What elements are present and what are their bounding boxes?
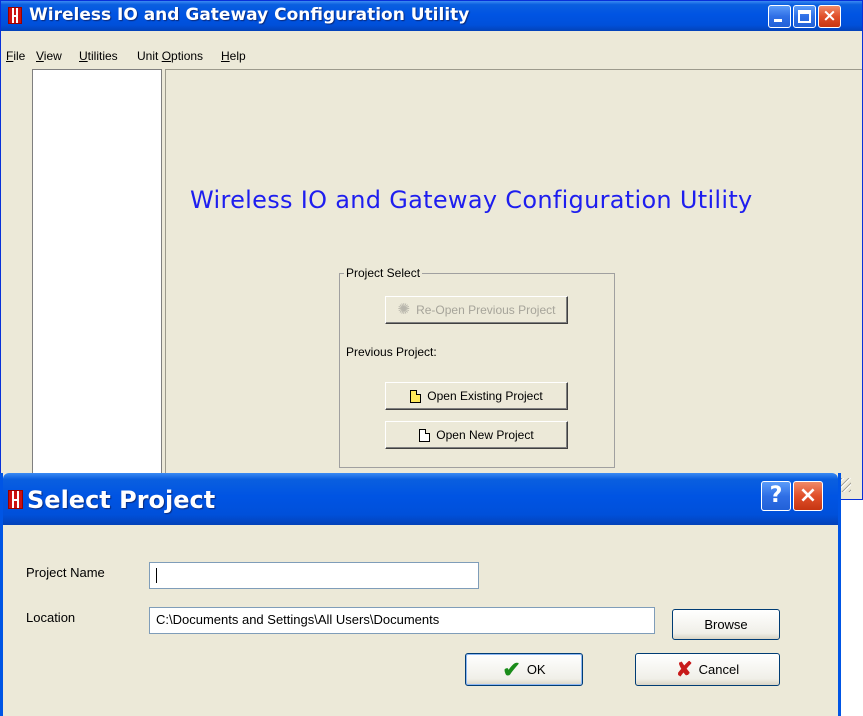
help-icon: ? [769, 483, 783, 508]
location-input[interactable]: C:\Documents and Settings\All Users\Docu… [149, 607, 655, 634]
browse-button[interactable]: Browse [672, 609, 780, 640]
browse-label: Browse [704, 617, 748, 632]
menu-unit-options[interactable]: Unit Options [137, 49, 203, 63]
project-select-label: Project Select [344, 266, 423, 280]
dialog-titlebar[interactable]: Select Project ? × [3, 473, 838, 525]
minimize-icon [774, 19, 782, 22]
dialog-close-button[interactable]: × [793, 481, 823, 511]
app-logo-icon [8, 7, 22, 24]
menu-file[interactable]: File [6, 49, 25, 63]
select-project-dialog: Select Project ? × Project Name Location… [0, 473, 841, 716]
text-caret [156, 568, 157, 584]
app-heading: Wireless IO and Gateway Configuration Ut… [190, 186, 753, 214]
ok-button[interactable]: ✔ OK [465, 653, 583, 686]
close-button[interactable]: × [818, 5, 841, 28]
checkmark-icon: ✔ [502, 656, 521, 682]
cross-icon: ✘ [675, 658, 693, 681]
cancel-button[interactable]: ✘ Cancel [635, 653, 780, 686]
menu-help[interactable]: Help [221, 49, 246, 63]
open-existing-label: Open Existing Project [427, 389, 543, 403]
cancel-label: Cancel [698, 662, 740, 677]
document-icon [410, 389, 422, 403]
dialog-logo-icon [8, 490, 23, 509]
open-new-project-button[interactable]: Open New Project [385, 421, 568, 449]
menu-view[interactable]: View [36, 49, 62, 63]
menubar: File View Utilities Unit Options Help [1, 31, 862, 69]
burst-icon: ✺ [397, 301, 411, 318]
close-icon: × [822, 6, 837, 26]
dialog-title: Select Project [27, 486, 216, 514]
minimize-button[interactable] [768, 5, 791, 28]
open-new-label: Open New Project [436, 428, 534, 442]
project-tree-pane[interactable] [32, 69, 162, 501]
project-name-input[interactable] [149, 562, 479, 589]
help-button[interactable]: ? [761, 481, 791, 511]
location-label: Location [26, 610, 76, 625]
maximize-button[interactable] [793, 5, 816, 28]
menu-utilities[interactable]: Utilities [79, 49, 118, 63]
reopen-label: Re-Open Previous Project [416, 303, 556, 317]
ok-label: OK [526, 662, 546, 677]
window-title: Wireless IO and Gateway Configuration Ut… [29, 5, 470, 25]
close-icon: × [798, 483, 818, 508]
new-document-icon [419, 428, 431, 442]
project-name-label: Project Name [26, 565, 105, 580]
previous-project-label: Previous Project: [346, 345, 437, 359]
reopen-previous-project-button[interactable]: ✺ Re-Open Previous Project [385, 296, 568, 324]
maximize-icon [798, 10, 811, 23]
open-existing-project-button[interactable]: Open Existing Project [385, 382, 568, 410]
main-titlebar[interactable]: Wireless IO and Gateway Configuration Ut… [1, 1, 862, 31]
